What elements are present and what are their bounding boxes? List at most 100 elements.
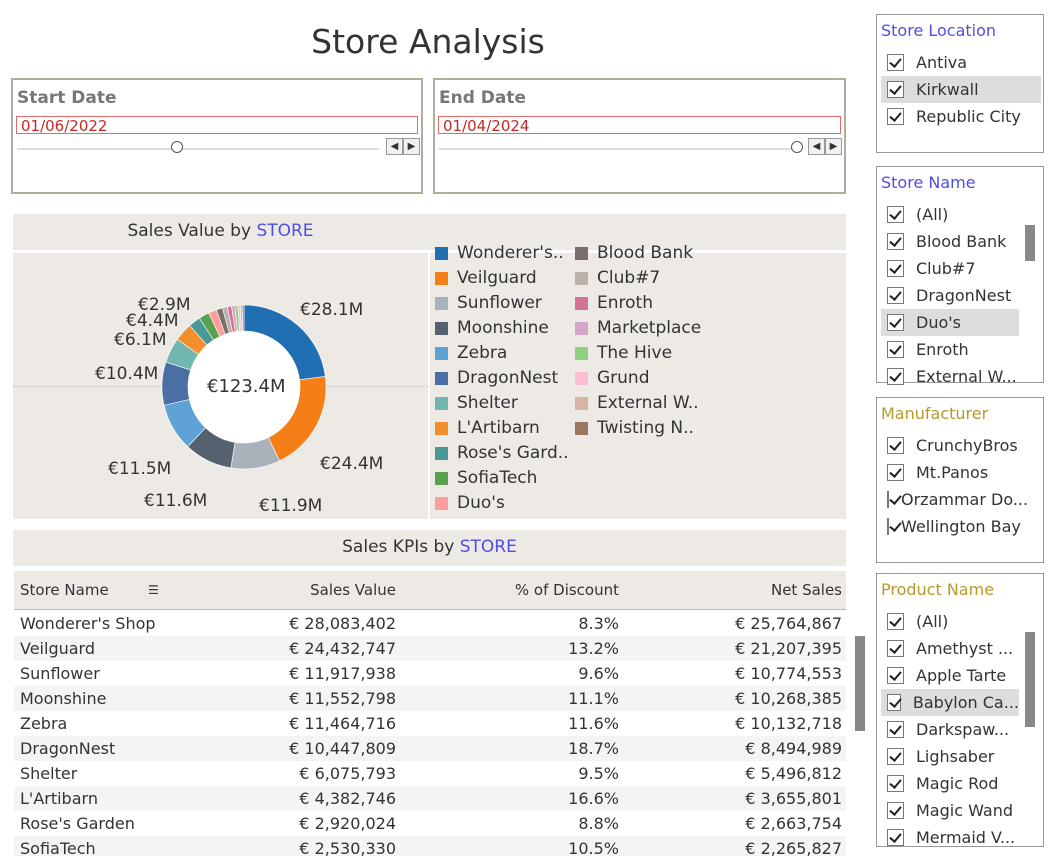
filter-item[interactable]: Babylon Ca...	[881, 689, 1019, 716]
filter-item[interactable]: Lighsaber	[881, 743, 1019, 770]
checkbox-checked-icon[interactable]	[887, 206, 904, 223]
checkbox-checked-icon[interactable]	[887, 640, 904, 657]
legend-item[interactable]: L'Artibarn	[435, 417, 540, 439]
legend-item[interactable]: Zebra	[435, 342, 507, 364]
checkbox-checked-icon[interactable]	[887, 287, 904, 304]
donut-slice-18[interactable]	[242, 304, 245, 332]
donut-title-accent[interactable]: STORE	[256, 221, 313, 241]
legend-item[interactable]: Rose's Gard..	[435, 442, 569, 464]
checkbox-checked-icon[interactable]	[887, 341, 904, 358]
checkbox-checked-icon[interactable]	[887, 81, 904, 98]
end-date-next-arrow-icon[interactable]: ▶	[825, 138, 842, 155]
table-row[interactable]: Zebra € 11,464,716 11.6% € 10,132,718	[14, 711, 846, 736]
filter-item[interactable]: (All)	[881, 201, 1019, 228]
filter-item[interactable]: External W...	[881, 363, 1019, 390]
checkbox-checked-icon[interactable]	[887, 694, 901, 711]
filter-item[interactable]: Apple Tarte	[881, 662, 1019, 689]
start-date-slider-handle[interactable]	[171, 141, 183, 153]
end-date-slider-handle[interactable]	[791, 141, 803, 153]
filter-item[interactable]: Enroth	[881, 336, 1019, 363]
table-row[interactable]: Veilguard € 24,432,747 13.2% € 21,207,395	[14, 636, 846, 661]
end-date-input[interactable]: 01/04/2024	[438, 116, 841, 135]
col-header-net-sales[interactable]: Net Sales	[771, 581, 842, 599]
table-row[interactable]: Sunflower € 11,917,938 9.6% € 10,774,553	[14, 661, 846, 686]
checkbox-checked-icon[interactable]	[887, 464, 904, 481]
filter-item[interactable]: CrunchyBros	[881, 432, 1019, 459]
legend-item[interactable]: Veilguard	[435, 267, 537, 289]
end-date-slider-track[interactable]	[439, 148, 794, 150]
filter-item[interactable]: Magic Rod	[881, 770, 1019, 797]
sort-icon[interactable]: ☰	[148, 583, 159, 597]
table-row[interactable]: Rose's Garden € 2,920,024 8.8% € 2,663,754	[14, 811, 846, 836]
legend-item[interactable]: External W..	[575, 392, 699, 414]
filter-item[interactable]: Amethyst ...	[881, 635, 1019, 662]
legend-item[interactable]: Blood Bank	[575, 242, 693, 264]
filter-item[interactable]: DragonNest	[881, 282, 1019, 309]
filter-item[interactable]: Mt.Panos	[881, 459, 1019, 486]
filter-item[interactable]: (All)	[881, 608, 1019, 635]
legend-item[interactable]: Club#7	[575, 267, 660, 289]
checkbox-checked-icon[interactable]	[887, 491, 889, 508]
checkbox-checked-icon[interactable]	[887, 260, 904, 277]
checkbox-checked-icon[interactable]	[887, 829, 904, 846]
table-scrollbar[interactable]	[855, 636, 865, 731]
legend-item[interactable]: DragonNest	[435, 367, 558, 389]
legend-item[interactable]: Shelter	[435, 392, 518, 414]
checkbox-checked-icon[interactable]	[887, 54, 904, 71]
end-date-prev-arrow-icon[interactable]: ◀	[808, 138, 825, 155]
filter-item[interactable]: Blood Bank	[881, 228, 1019, 255]
legend-item[interactable]: Marketplace	[575, 317, 701, 339]
filter-item[interactable]: Magic Wand	[881, 797, 1019, 824]
filter-item[interactable]: Kirkwall	[881, 76, 1041, 103]
store-name-scrollbar[interactable]	[1025, 225, 1035, 261]
checkbox-checked-icon[interactable]	[887, 667, 904, 684]
checkbox-checked-icon[interactable]	[887, 802, 904, 819]
checkbox-checked-icon[interactable]	[887, 314, 904, 331]
table-row[interactable]: Shelter € 6,075,793 9.5% € 5,496,812	[14, 761, 846, 786]
col-header-discount[interactable]: % of Discount	[515, 581, 619, 599]
filter-item[interactable]: Wellington Bay	[881, 513, 1021, 540]
start-date-next-arrow-icon[interactable]: ▶	[403, 138, 420, 155]
table-cell: € 2,265,827	[745, 839, 842, 856]
filter-item[interactable]: Republic City	[881, 103, 1041, 130]
checkbox-checked-icon[interactable]	[887, 233, 904, 250]
legend-item[interactable]: Grund	[575, 367, 650, 389]
checkbox-checked-icon[interactable]	[887, 368, 904, 385]
start-date-prev-arrow-icon[interactable]: ◀	[386, 138, 403, 155]
legend-item[interactable]: SofiaTech	[435, 467, 537, 489]
legend-item[interactable]: Twisting N..	[575, 417, 694, 439]
table-cell: € 10,774,553	[735, 664, 842, 683]
table-row[interactable]: Wonderer's Shop € 28,083,402 8.3% € 25,764,…	[14, 611, 846, 636]
filter-item[interactable]: Antiva	[881, 49, 1041, 76]
filter-item[interactable]: Orzammar Do...	[881, 486, 1028, 513]
table-row[interactable]: DragonNest € 10,447,809 18.7% € 8,494,989	[14, 736, 846, 761]
table-row[interactable]: L'Artibarn € 4,382,746 16.6% € 3,655,801	[14, 786, 846, 811]
legend-label: SofiaTech	[457, 468, 538, 488]
legend-item[interactable]: Moonshine	[435, 317, 549, 339]
checkbox-checked-icon[interactable]	[887, 108, 904, 125]
filter-item[interactable]: Mermaid V...	[881, 824, 1019, 851]
legend-item[interactable]: Enroth	[575, 292, 653, 314]
legend-item[interactable]: Sunflower	[435, 292, 542, 314]
checkbox-checked-icon[interactable]	[887, 748, 904, 765]
filter-item[interactable]: Darkspaw...	[881, 716, 1019, 743]
col-header-store-name[interactable]: Store Name	[20, 581, 109, 599]
filter-item[interactable]: Duo's	[881, 309, 1019, 336]
legend-item[interactable]: Duo's	[435, 492, 505, 514]
legend-item[interactable]: Wonderer's..	[435, 242, 564, 264]
legend-item[interactable]: The Hive	[575, 342, 672, 364]
table-cell: € 11,464,716	[289, 714, 396, 733]
kpi-title-accent[interactable]: STORE	[460, 537, 517, 557]
start-date-input[interactable]: 01/06/2022	[16, 116, 418, 135]
product-name-scrollbar[interactable]	[1025, 632, 1035, 727]
col-header-sales-value[interactable]: Sales Value	[310, 581, 396, 599]
checkbox-checked-icon[interactable]	[887, 613, 904, 630]
checkbox-checked-icon[interactable]	[887, 721, 904, 738]
start-date-slider-track[interactable]	[17, 148, 379, 150]
filter-item[interactable]: Club#7	[881, 255, 1019, 282]
checkbox-checked-icon[interactable]	[887, 437, 904, 454]
table-row[interactable]: SofiaTech € 2,530,330 10.5% € 2,265,827	[14, 836, 846, 856]
checkbox-checked-icon[interactable]	[887, 518, 889, 535]
checkbox-checked-icon[interactable]	[887, 775, 904, 792]
table-row[interactable]: Moonshine € 11,552,798 11.1% € 10,268,385	[14, 686, 846, 711]
